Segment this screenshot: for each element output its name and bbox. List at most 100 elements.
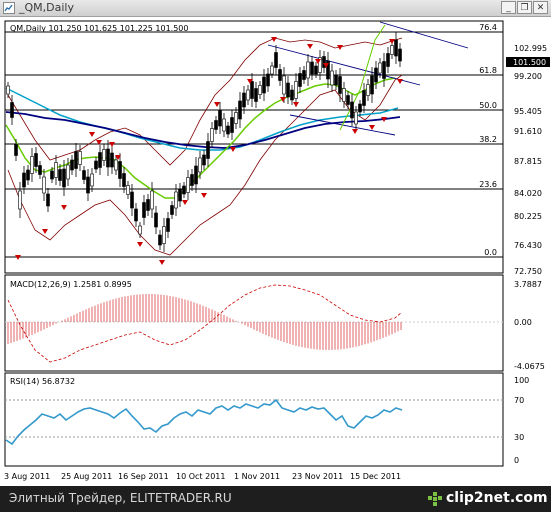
- candle-body: [226, 125, 230, 135]
- footer-bar: Элитный Трейдер, ELITETRADER.RU clip2net…: [0, 486, 551, 512]
- candle-body: [386, 53, 390, 67]
- macd-label: 3.7887: [514, 280, 542, 289]
- candle-body: [374, 67, 378, 83]
- candle-body: [246, 89, 250, 101]
- candle-body: [274, 52, 278, 68]
- time-label: 16 Sep 2011: [118, 472, 169, 481]
- fib-label: 61.8: [479, 66, 497, 75]
- price-label: 95.405: [514, 107, 542, 116]
- candle-body: [310, 61, 314, 75]
- candle-body: [370, 75, 374, 95]
- candle-body: [202, 154, 206, 166]
- macd-header: MACD(12,26,9) 1.2581 0.8995: [10, 280, 132, 289]
- candle-body: [94, 160, 98, 170]
- candle-body: [334, 74, 338, 86]
- time-label: 23 Nov 2011: [292, 472, 343, 481]
- footer-caption: Элитный Трейдер, ELITETRADER.RU: [9, 491, 232, 505]
- candle-body: [238, 100, 242, 120]
- candle-body: [126, 185, 130, 195]
- candle-body: [366, 84, 370, 96]
- time-label: 25 Aug 2011: [61, 472, 112, 481]
- candle-body: [122, 173, 126, 187]
- candle-body: [82, 170, 86, 180]
- candle-body: [6, 85, 10, 95]
- chart-area[interactable]: 76.4 61.8 50.0 38.2 23.6 0.0 QM,Daily 10…: [0, 17, 551, 486]
- restore-button[interactable]: ❐: [517, 1, 532, 14]
- chart-canvas[interactable]: 76.4 61.8 50.0 38.2 23.6 0.0 QM,Daily 10…: [0, 17, 551, 486]
- candle-body: [90, 173, 94, 187]
- candle-body: [230, 117, 234, 133]
- candle-body: [158, 234, 162, 246]
- clip2net-brand[interactable]: clip2net.com: [446, 490, 548, 506]
- candle-body: [190, 174, 194, 186]
- candle-body: [394, 39, 398, 57]
- time-label: 15 Dec 2011: [350, 472, 401, 481]
- candle-body: [58, 169, 62, 181]
- candle-body: [42, 176, 46, 194]
- rsi-header: RSI(14) 56.8732: [10, 377, 75, 386]
- price-axis: 102.995 99.200 95.405 91.610 87.815 84.0…: [514, 44, 547, 276]
- candle-body: [286, 82, 290, 98]
- candle-body: [78, 151, 82, 165]
- candle-body: [342, 88, 346, 102]
- fib-label: 76.4: [479, 23, 497, 32]
- app-chart-icon: [3, 2, 15, 14]
- candle-body: [186, 177, 190, 193]
- price-label: 80.225: [514, 212, 542, 221]
- candle-body: [142, 202, 146, 218]
- candle-body: [130, 191, 134, 209]
- minimize-button[interactable]: _: [501, 1, 516, 14]
- candle-body: [378, 62, 382, 74]
- candle-body: [114, 159, 118, 171]
- candle-body: [294, 81, 298, 99]
- candle-body: [194, 165, 198, 185]
- title-bar[interactable]: _QM,Daily _ ❐ ✕: [0, 0, 551, 17]
- candle-body: [242, 92, 246, 108]
- candle-body: [306, 61, 310, 79]
- price-label: 102.995: [514, 44, 547, 53]
- candle-body: [30, 156, 34, 174]
- candle-body: [14, 144, 18, 156]
- candle-body: [66, 164, 70, 180]
- candle-body: [214, 120, 218, 130]
- candle-body: [182, 185, 186, 195]
- macd-axis: 3.7887 0.00 -4.0675: [514, 280, 545, 371]
- price-label: 76.430: [514, 241, 542, 250]
- candle-body: [22, 172, 26, 188]
- chart-window: _QM,Daily _ ❐ ✕ 76.4 61.8 50.0 38.2 23.6…: [0, 0, 551, 486]
- restore-icon: ❐: [520, 3, 529, 13]
- candle-body: [146, 199, 150, 211]
- candle-body: [54, 162, 58, 178]
- candle-body: [302, 70, 306, 80]
- candle-body: [154, 212, 158, 228]
- candle-body: [254, 88, 258, 102]
- rsi-label: 0: [514, 456, 519, 465]
- candle-body: [110, 152, 114, 168]
- candle-body: [262, 76, 266, 94]
- candle-body: [150, 190, 154, 210]
- macd-label: 0.00: [514, 318, 532, 327]
- candle-body: [166, 218, 170, 232]
- macd-label: -4.0675: [514, 362, 545, 371]
- candle-body: [314, 65, 318, 75]
- candle-body: [346, 95, 350, 105]
- candle-body: [218, 109, 222, 127]
- close-button[interactable]: ✕: [533, 1, 548, 14]
- candle-body: [198, 157, 202, 173]
- fib-label: 23.6: [479, 180, 497, 189]
- candle-body: [34, 153, 38, 167]
- rsi-axis: 100 70 30 0: [514, 376, 529, 465]
- price-label: 72.750: [514, 267, 542, 276]
- clip2net-logo-icon: [428, 492, 442, 506]
- candle-body: [258, 85, 262, 95]
- candle-body: [278, 69, 282, 81]
- candle-body: [362, 90, 366, 106]
- candle-body: [70, 159, 74, 171]
- candle-body: [330, 70, 334, 86]
- candle-body: [358, 103, 362, 113]
- fib-label: 0.0: [484, 248, 497, 257]
- candle-body: [338, 76, 342, 94]
- candle-body: [210, 128, 214, 142]
- minimize-icon: _: [506, 3, 511, 13]
- price-chart-header: QM,Daily 101.250 101.625 101.225 101.500: [10, 24, 188, 33]
